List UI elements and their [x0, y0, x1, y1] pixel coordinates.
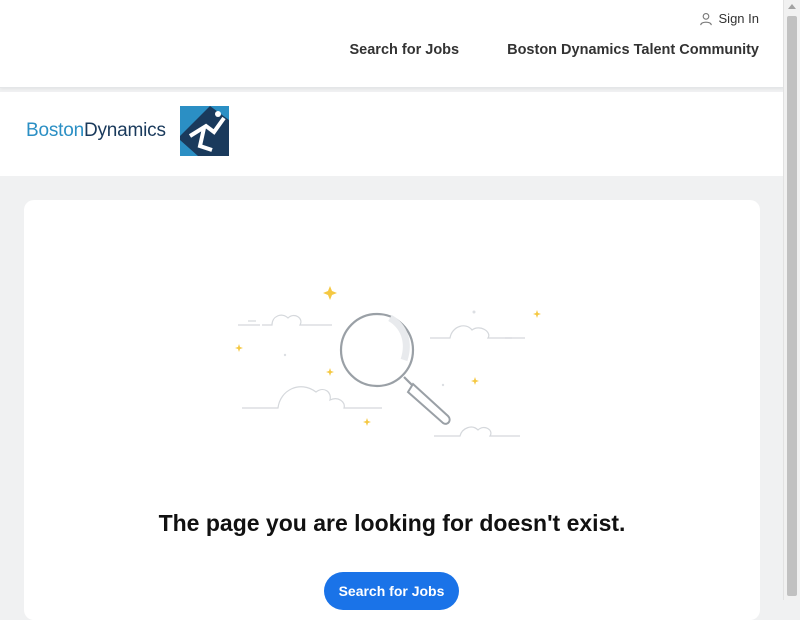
vertical-scrollbar[interactable] [783, 0, 800, 600]
brand-name-part1: Boston [26, 120, 84, 141]
scrollbar-thumb[interactable] [787, 16, 797, 596]
brand-wordmark[interactable]: BostonDynamics [26, 120, 166, 142]
sign-in-link[interactable]: Sign In [699, 11, 759, 26]
boston-dynamics-logo-icon[interactable] [180, 106, 229, 156]
top-navigation-bar: Sign In Search for Jobs Boston Dynamics … [0, 0, 784, 88]
sign-in-label: Sign In [718, 11, 759, 26]
nav-search-for-jobs[interactable]: Search for Jobs [350, 42, 460, 58]
nav-talent-community[interactable]: Boston Dynamics Talent Community [507, 42, 759, 58]
user-icon [699, 12, 712, 25]
magnifying-glass-icon [235, 286, 541, 437]
search-for-jobs-button[interactable]: Search for Jobs [324, 572, 459, 610]
main-nav: Search for Jobs Boston Dynamics Talent C… [350, 42, 760, 58]
scroll-up-icon[interactable] [788, 4, 796, 9]
magnifier-glass [339, 312, 451, 425]
brand-name-part2: Dynamics [83, 120, 166, 141]
error-message: The page you are looking for doesn't exi… [158, 510, 626, 536]
